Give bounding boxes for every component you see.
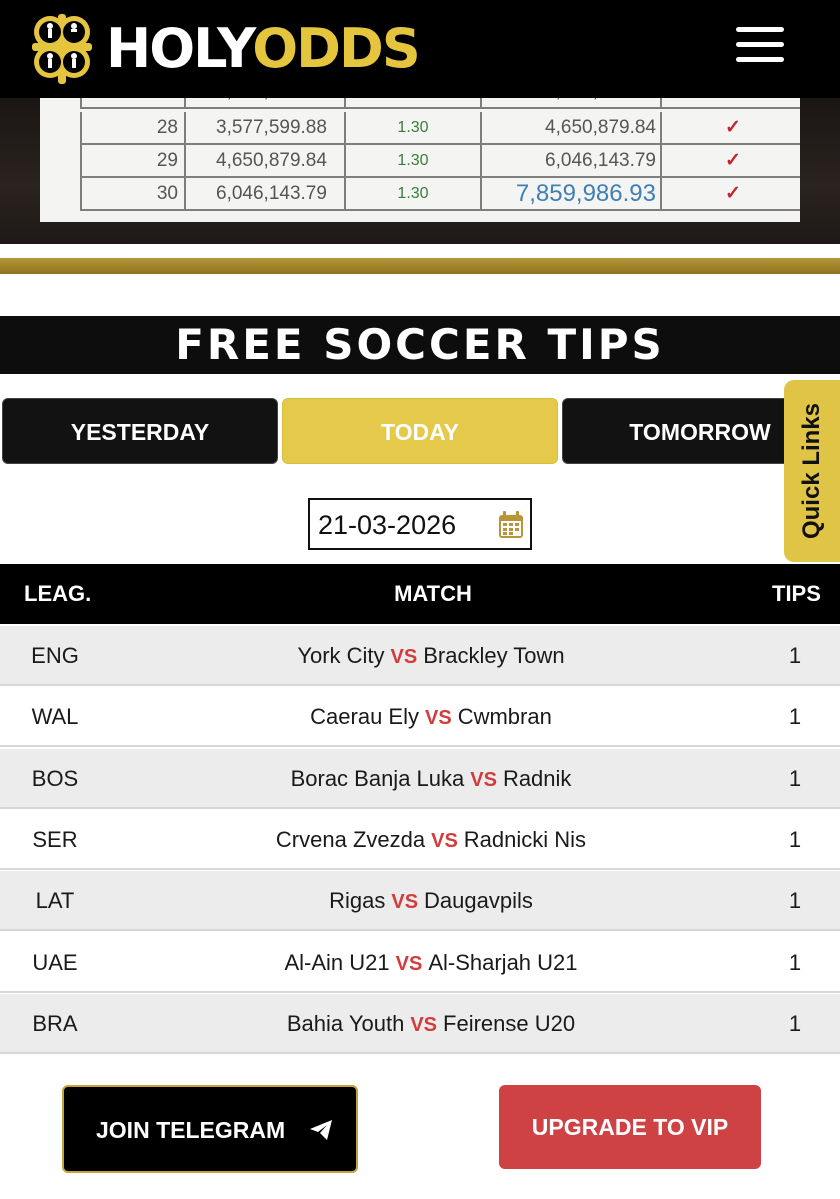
- vs-label: VS: [431, 829, 458, 852]
- cell-return: 3,577,599.88: [482, 98, 662, 107]
- vs-label: VS: [390, 646, 418, 668]
- away-team: Feirense U20: [443, 1010, 576, 1036]
- cell-step: 29: [82, 145, 186, 176]
- cell-stake: 6,046,143.79: [186, 178, 346, 209]
- cell-step: 28: [82, 112, 186, 143]
- join-telegram-button[interactable]: JOIN TELEGRAM: [62, 1085, 358, 1173]
- cell-stake: 4,650,879.84: [186, 145, 346, 176]
- home-team: Bahia Youth: [286, 1010, 405, 1036]
- logo-text-odds: ODDS: [252, 17, 420, 80]
- cell-step: 27: [82, 98, 186, 107]
- tips-count: 1: [788, 765, 802, 791]
- table-row[interactable]: BRA Bahia Youth VS Feirense U20 1: [0, 993, 840, 1055]
- promo-banner: 272,751,999.911.303,577,599.88✓283,577,5…: [0, 98, 840, 244]
- tips-count: 1: [788, 704, 802, 730]
- logo-text-holy: HOLY: [106, 17, 254, 80]
- table-row[interactable]: LAT Rigas VS Daugavpils 1: [0, 871, 840, 932]
- match-name: Caerau Ely VS Cwmbran: [0, 687, 840, 748]
- cell-return: 6,046,143.79: [482, 145, 662, 176]
- tips-count: 1: [788, 949, 802, 975]
- site-header: HOLYODDS: [0, 0, 840, 98]
- spreadsheet-row: 272,751,999.911.303,577,599.88✓: [80, 98, 800, 109]
- away-team: Al-Sharjah U21: [428, 949, 578, 975]
- cell-stake: 3,577,599.88: [186, 112, 346, 143]
- section-title: FREE SOCCER TIPS: [0, 316, 840, 374]
- spreadsheet-row: 28 3,577,599.88 1.30 4,650,879.84 ✓: [80, 112, 800, 145]
- header-tips: TIPS: [772, 581, 821, 606]
- cell-odds: 1.30: [346, 98, 482, 107]
- away-team: Brackley Town: [423, 643, 565, 668]
- home-team: Borac Banja Luka: [290, 765, 465, 791]
- hamburger-menu-icon[interactable]: [736, 27, 784, 63]
- home-team: York City: [297, 643, 385, 668]
- home-team: Crvena Zvezda: [275, 826, 426, 852]
- vs-label: VS: [395, 952, 423, 975]
- gold-divider: [0, 258, 840, 274]
- spreadsheet-row: 29 4,650,879.84 1.30 6,046,143.79 ✓: [80, 145, 800, 178]
- vs-label: VS: [391, 891, 419, 914]
- header-match: MATCH: [394, 581, 472, 606]
- spreadsheet-row: 30 6,046,143.79 1.30 7,859,986.93 ✓: [80, 178, 800, 211]
- match-name: Rigas VS Daugavpils: [0, 871, 840, 932]
- home-team: Caerau Ely: [310, 704, 419, 730]
- tips-count: 1: [788, 826, 802, 852]
- logo-emblem-icon: [32, 14, 92, 84]
- match-name: York City VS Brackley Town: [0, 626, 840, 687]
- cell-odds: 1.30: [346, 178, 482, 209]
- tips-count: 1: [788, 1010, 802, 1036]
- cell-checkmark: ✓: [725, 150, 741, 171]
- match-name: Crvena Zvezda VS Radnicki Nis: [0, 810, 840, 871]
- table-row[interactable]: WAL Caerau Ely VS Cwmbran 1: [0, 687, 840, 748]
- cell-odds: 1.30: [346, 112, 482, 143]
- vs-label: VS: [425, 707, 452, 730]
- match-name: Al-Ain U21 VS Al-Sharjah U21: [0, 933, 840, 994]
- tab-yesterday[interactable]: YESTERDAY: [2, 398, 278, 464]
- holyodds-logo[interactable]: HOLYODDS: [30, 12, 421, 86]
- table-row[interactable]: SER Crvena Zvezda VS Radnicki Nis 1: [0, 809, 840, 871]
- table-row[interactable]: ENG York City VS Brackley Town 1: [0, 626, 840, 686]
- tips-count: 1: [788, 888, 802, 914]
- spreadsheet-image: 272,751,999.911.303,577,599.88✓283,577,5…: [40, 98, 800, 222]
- home-team: Al-Ain U21: [284, 949, 390, 975]
- cell-return: 7,859,986.93: [482, 178, 662, 209]
- calendar-icon[interactable]: [498, 511, 524, 539]
- tab-today[interactable]: TODAY: [282, 398, 558, 464]
- match-name: Bahia Youth VS Feirense U20: [0, 994, 840, 1055]
- cell-checkmark: ✓: [725, 183, 741, 204]
- upgrade-to-vip-button[interactable]: UPGRADE TO VIP: [499, 1085, 761, 1169]
- vs-label: VS: [470, 768, 497, 791]
- home-team: Rigas: [329, 888, 386, 914]
- tips-count: 1: [788, 643, 802, 668]
- quick-links-label: Quick Links: [798, 402, 825, 540]
- paper-plane-icon: [310, 1120, 332, 1140]
- away-team: Cwmbran: [457, 704, 552, 730]
- cell-stake: 2,751,999.91: [186, 98, 346, 107]
- vs-label: VS: [410, 1013, 438, 1036]
- away-team: Radnicki Nis: [463, 826, 587, 852]
- match-name: Borac Banja Luka VS Radnik: [0, 749, 840, 810]
- logo-wordmark: HOLYODDS: [106, 16, 421, 82]
- quick-links-button[interactable]: Quick Links: [784, 380, 840, 562]
- away-team: Radnik: [502, 765, 572, 791]
- date-picker-input[interactable]: 21-03-2026: [308, 498, 532, 550]
- join-telegram-label: JOIN TELEGRAM: [96, 1117, 286, 1143]
- cell-checkmark: ✓: [662, 98, 800, 107]
- cell-return: 4,650,879.84: [482, 112, 662, 143]
- table-row[interactable]: UAE Al-Ain U21 VS Al-Sharjah U21 1: [0, 932, 840, 994]
- away-team: Daugavpils: [424, 888, 533, 914]
- date-value: 21-03-2026: [318, 510, 457, 540]
- tips-table-header: LEAG. MATCH TIPS: [0, 564, 840, 624]
- cell-step: 30: [82, 178, 186, 209]
- cell-checkmark: ✓: [725, 117, 741, 138]
- cell-odds: 1.30: [346, 145, 482, 176]
- table-row[interactable]: BOS Borac Banja Luka VS Radnik 1: [0, 748, 840, 810]
